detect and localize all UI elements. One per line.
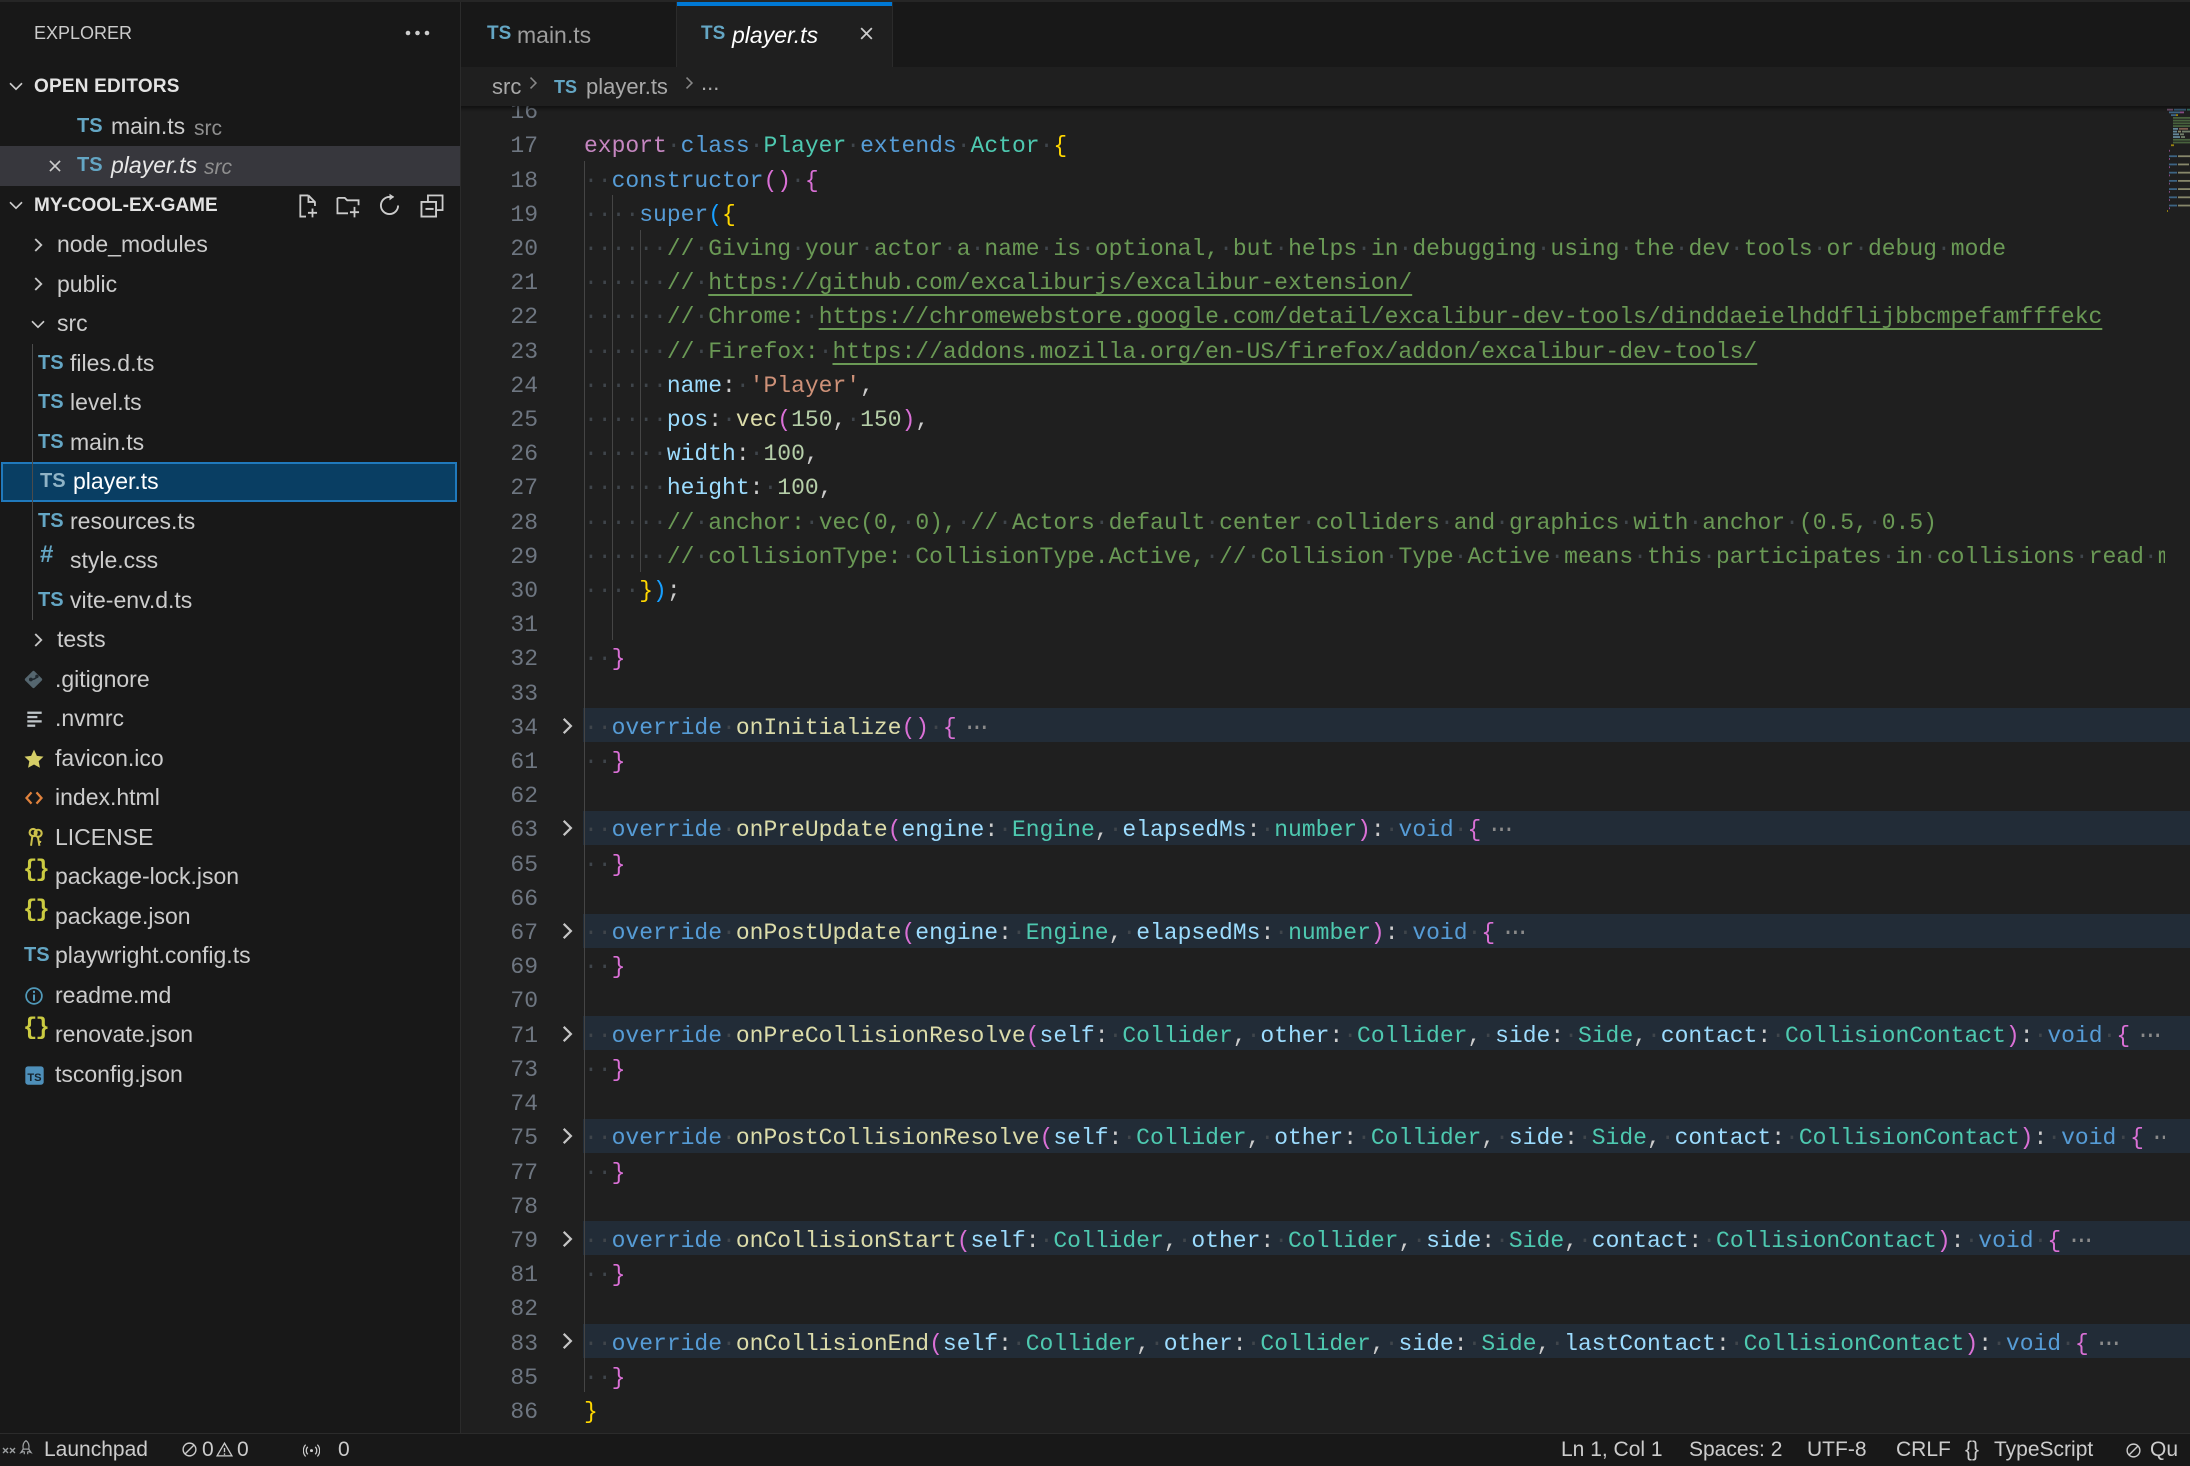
svg-text:TS: TS [27, 1071, 41, 1083]
